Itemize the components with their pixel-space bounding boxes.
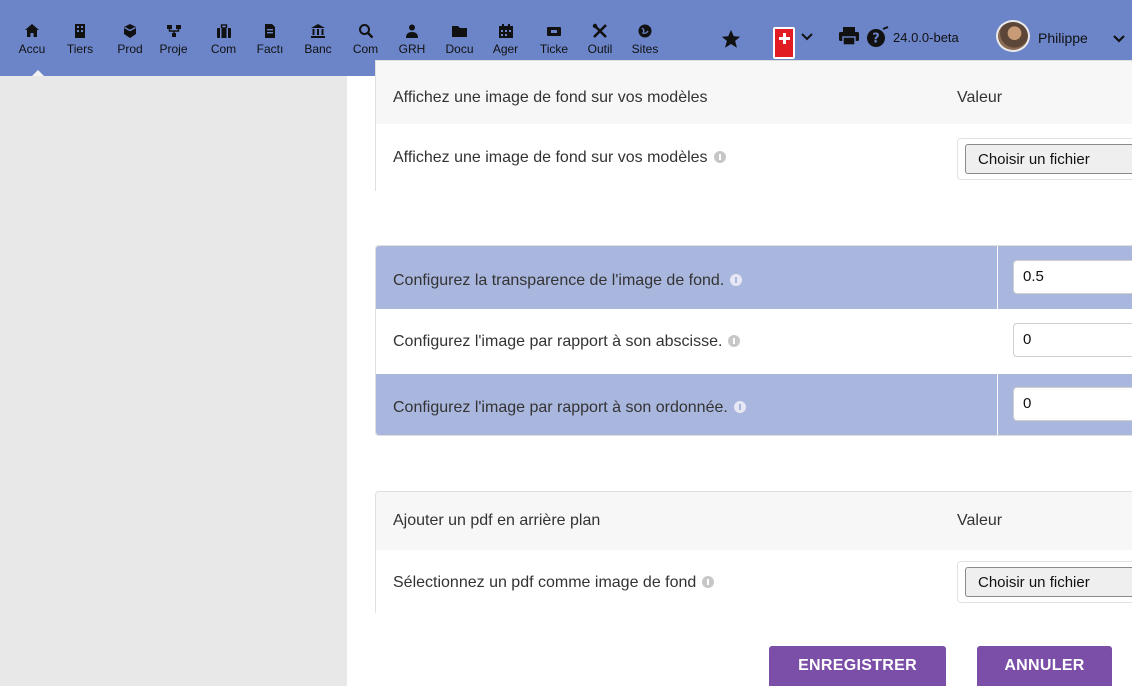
info-icon[interactable] <box>728 335 741 347</box>
info-icon[interactable] <box>733 401 746 413</box>
setting-label: Configurez l'image par rapport à son ord… <box>393 399 728 416</box>
username[interactable]: Philippe <box>1038 30 1088 62</box>
choose-file-button[interactable]: Choisir un fichier <box>965 567 1132 597</box>
cube-icon <box>114 23 146 39</box>
section-header-row: Ajouter un pdf en arrière plan Valeur <box>376 492 1132 550</box>
invoice-icon <box>255 23 285 39</box>
transparency-input[interactable]: 0.5 <box>1013 260 1132 294</box>
background-image-section: Affichez une image de fond sur vos modèl… <box>375 60 1132 191</box>
help-icon[interactable]: ? <box>866 26 890 58</box>
home-icon <box>18 23 46 39</box>
magnifier-icon <box>350 23 381 39</box>
menu-item-commercial[interactable]: Com <box>207 0 240 76</box>
section-header: Ajouter un pdf en arrière plan <box>393 512 601 529</box>
menu-item-label: Ticke <box>539 42 569 56</box>
background-pdf-section: Ajouter un pdf en arrière plan Valeur Sé… <box>375 491 1132 615</box>
folder-icon <box>444 23 475 39</box>
version-label: 24.0.0-beta <box>893 30 959 45</box>
menu-item-bank[interactable]: Banc <box>302 0 334 76</box>
setting-row: Configurez l'image par rapport à son ord… <box>376 374 1132 435</box>
file-input: Choisir un fichier <box>957 561 1132 603</box>
menu-item-label: Tiers <box>66 42 94 56</box>
svg-text:?: ? <box>872 32 880 47</box>
info-icon[interactable] <box>730 274 743 286</box>
menu-item-products[interactable]: Prod <box>114 0 146 76</box>
calendar-icon <box>488 23 523 39</box>
people-icon <box>397 23 427 39</box>
menu-item-label: Banc <box>304 42 332 56</box>
menu-item-label: Ager <box>492 42 519 56</box>
chevron-down-icon[interactable] <box>800 30 814 62</box>
avatar[interactable] <box>996 20 1030 52</box>
info-icon[interactable] <box>713 151 726 163</box>
info-icon[interactable] <box>702 576 715 588</box>
project-icon <box>159 23 188 39</box>
globe-icon <box>628 23 662 39</box>
save-button[interactable]: ENREGISTRER <box>769 646 946 686</box>
menu-item-projects[interactable]: Proje <box>159 0 188 76</box>
setting-label: Configurez la transparence de l'image de… <box>393 272 725 289</box>
menu-item-label: Sites <box>631 42 659 56</box>
menu-item-label: Outil <box>587 42 613 56</box>
left-sidebar <box>0 76 347 686</box>
menu-item-label: GRH <box>398 42 426 56</box>
value-column-header: Valeur <box>957 89 1003 106</box>
section-header: Affichez une image de fond sur vos modèl… <box>393 89 708 106</box>
menu-item-label: Prod <box>117 42 143 56</box>
menu-item-label: Factı <box>256 42 284 56</box>
abscissa-input[interactable]: 0 <box>1013 323 1132 357</box>
menu-item-label: Com <box>352 42 379 56</box>
setting-label: Configurez l'image par rapport à son abs… <box>393 333 723 350</box>
suitcase-icon <box>207 23 240 39</box>
bank-icon <box>302 23 334 39</box>
image-position-section: Configurez la transparence de l'image de… <box>375 245 1132 436</box>
value-column-header: Valeur <box>957 512 1003 529</box>
menu-item-label: Docu <box>445 42 474 56</box>
menu-item-label: Com <box>210 42 237 56</box>
setting-row: Configurez la transparence de l'image de… <box>376 246 1132 309</box>
menu-item-label: Accu <box>18 42 46 56</box>
setting-row: Affichez une image de fond sur vos modèl… <box>376 124 1132 191</box>
choose-file-button[interactable]: Choisir un fichier <box>965 144 1132 174</box>
file-input: Choisir un fichier <box>957 138 1132 180</box>
menu-item-label: Proje <box>159 42 188 56</box>
ticket-icon <box>537 23 571 39</box>
ordinate-input[interactable]: 0 <box>1013 387 1132 421</box>
menu-item-tiers[interactable]: Tiers <box>65 0 95 76</box>
building-icon <box>65 23 95 39</box>
cancel-button[interactable]: ANNULER <box>977 646 1112 686</box>
menu-item-billing[interactable]: Factı <box>255 0 285 76</box>
setting-row: Sélectionnez un pdf comme image de fond … <box>376 550 1132 615</box>
section-header-row: Affichez une image de fond sur vos modèl… <box>376 61 1132 124</box>
tools-icon <box>585 23 615 39</box>
menu-item-home[interactable]: Accu <box>18 0 46 76</box>
bookmark-star-icon[interactable] <box>720 22 744 54</box>
swiss-flag-icon[interactable] <box>773 27 795 59</box>
setting-label: Affichez une image de fond sur vos modèl… <box>393 149 708 166</box>
setting-row: Configurez l'image par rapport à son abs… <box>376 309 1132 374</box>
printer-icon[interactable] <box>838 26 860 58</box>
setting-label: Sélectionnez un pdf comme image de fond <box>393 574 697 591</box>
